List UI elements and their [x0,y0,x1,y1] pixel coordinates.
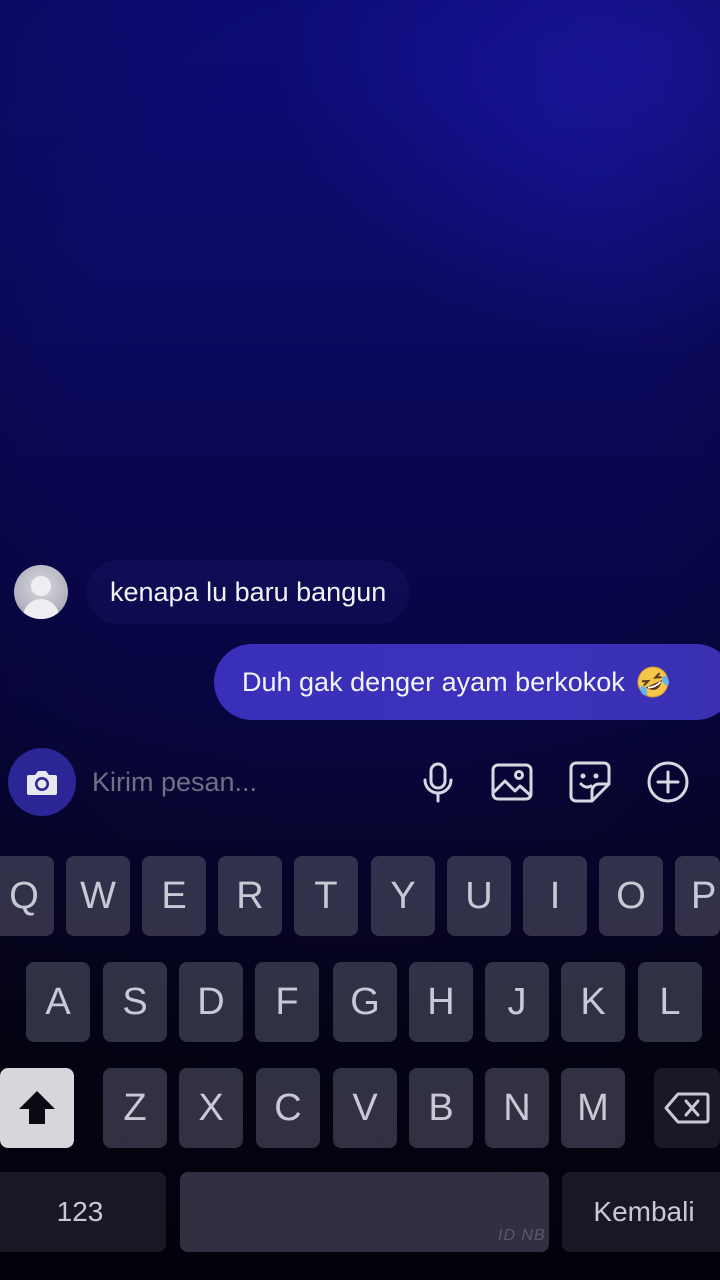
key-g[interactable]: G [333,962,397,1042]
key-b[interactable]: B [409,1068,473,1148]
key-o[interactable]: O [599,856,663,936]
shift-arrow-icon [19,1091,55,1124]
avatar[interactable] [14,565,68,619]
key-d[interactable]: D [179,962,243,1042]
key-v[interactable]: V [333,1068,397,1148]
message-composer [0,744,720,820]
return-key[interactable]: Kembali [562,1172,720,1252]
space-key[interactable] [180,1172,549,1252]
plus-circle-icon[interactable] [644,758,692,806]
incoming-message-bubble[interactable]: kenapa lu baru bangun [86,560,411,624]
key-w[interactable]: W [66,856,130,936]
key-k[interactable]: K [561,962,625,1042]
key-q[interactable]: Q [0,856,54,936]
key-e[interactable]: E [142,856,206,936]
key-m[interactable]: M [561,1068,625,1148]
key-x[interactable]: X [179,1068,243,1148]
key-f[interactable]: F [255,962,319,1042]
outgoing-message-bubble[interactable]: Duh gak denger ayam berkokok [214,644,720,720]
sticker-icon[interactable] [566,758,614,806]
key-n[interactable]: N [485,1068,549,1148]
key-u[interactable]: U [447,856,511,936]
backspace-key[interactable] [654,1068,720,1148]
backspace-icon [664,1092,710,1124]
key-i[interactable]: I [523,856,587,936]
chat-screen: kenapa lu baru bangun Duh gak denger aya… [0,0,720,1280]
message-input[interactable] [92,758,392,806]
shift-key[interactable] [0,1068,74,1148]
key-c[interactable]: C [256,1068,320,1148]
key-p[interactable]: P [675,856,720,936]
numbers-key[interactable]: 123 [0,1172,166,1252]
key-r[interactable]: R [218,856,282,936]
key-a[interactable]: A [26,962,90,1042]
key-y[interactable]: Y [371,856,435,936]
incoming-message-text: kenapa lu baru bangun [110,576,387,607]
keyboard: Q W E R T Y U I O P A S D F G H J K L Z … [0,830,720,1280]
camera-icon [27,771,57,795]
incoming-message-row: kenapa lu baru bangun [14,560,411,624]
key-j[interactable]: J [485,962,549,1042]
outgoing-message-text: Duh gak denger ayam berkokok [242,666,625,697]
watermark: ID NB [498,1227,546,1244]
key-t[interactable]: T [294,856,358,936]
key-s[interactable]: S [103,962,167,1042]
microphone-icon[interactable] [414,758,462,806]
camera-button[interactable] [8,748,76,816]
image-icon[interactable] [488,758,536,806]
key-z[interactable]: Z [103,1068,167,1148]
key-h[interactable]: H [409,962,473,1042]
key-l[interactable]: L [638,962,702,1042]
rolling-on-floor-laughing-emoji-icon [637,666,669,698]
